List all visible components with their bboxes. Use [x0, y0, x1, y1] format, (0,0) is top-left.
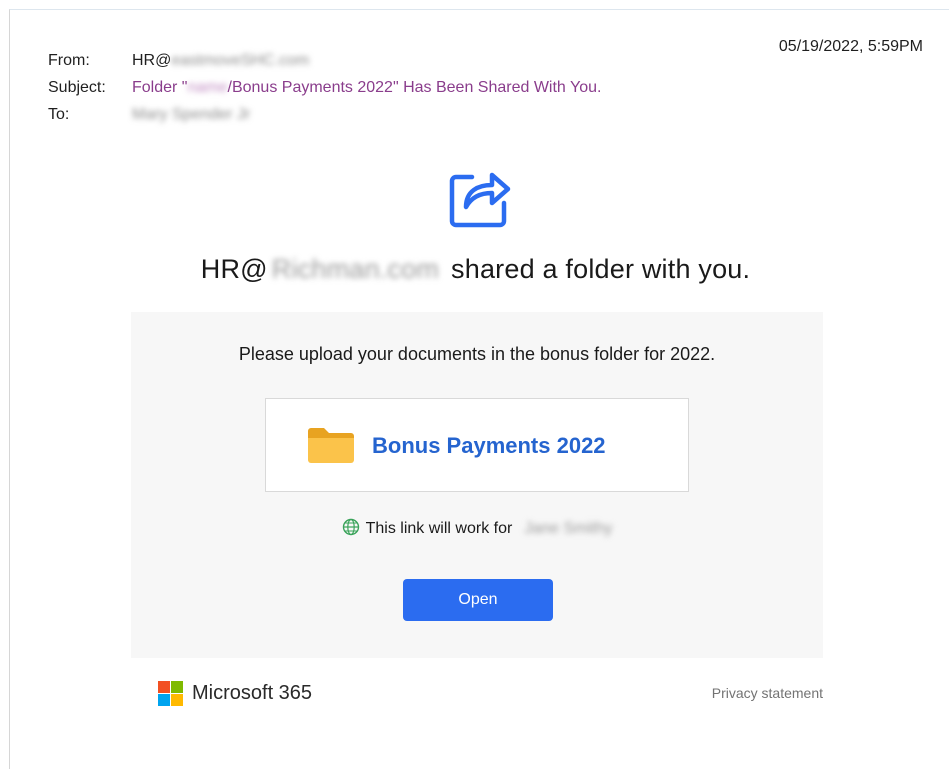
from-address: HR@	[132, 52, 172, 69]
link-recipient-redacted: Jane Smithy	[524, 520, 613, 537]
folder-icon	[308, 428, 354, 463]
subject-value: Folder "name/Bonus Payments 2022" Has Be…	[132, 79, 601, 97]
headline-text: shared a folder with you.	[451, 254, 751, 284]
link-note: This link will work for Jane Smithy	[131, 518, 823, 538]
subject-label: Subject:	[48, 79, 106, 96]
privacy-statement-link[interactable]: Privacy statement	[712, 685, 823, 701]
link-note-text: This link will work for	[365, 520, 513, 537]
sender-address: HR@	[200, 254, 268, 284]
to-label: To:	[48, 106, 70, 123]
from-redacted: eastmoveSHC.com	[171, 52, 310, 69]
from-value: HR@eastmoveSHC.com	[132, 52, 309, 70]
share-message: Please upload your documents in the bonu…	[238, 344, 716, 364]
folder-link-box[interactable]: Bonus Payments 2022	[265, 398, 689, 492]
share-headline: HR@ Richman.com shared a folder with you.	[0, 254, 951, 285]
subject-prefix: Folder "	[132, 79, 188, 96]
subject-redacted: name	[187, 79, 228, 96]
email-date: 05/19/2022, 5:59PM	[778, 38, 923, 55]
open-button[interactable]: Open	[403, 579, 553, 621]
share-arrow-icon	[449, 172, 511, 228]
to-value: Mary Spender Jr	[132, 106, 250, 124]
folder-name[interactable]: Bonus Payments 2022	[372, 433, 606, 459]
globe-icon	[342, 518, 359, 536]
subject-suffix: /Bonus Payments 2022" Has Been Shared Wi…	[227, 79, 602, 96]
microsoft-logo-icon	[158, 681, 183, 706]
to-redacted: Mary Spender Jr	[132, 106, 251, 123]
from-label: From:	[48, 52, 90, 69]
share-card: Please upload your documents in the bonu…	[131, 312, 823, 658]
sender-redacted: Richman.com	[271, 254, 440, 284]
brand-name: Microsoft 365	[192, 682, 313, 704]
